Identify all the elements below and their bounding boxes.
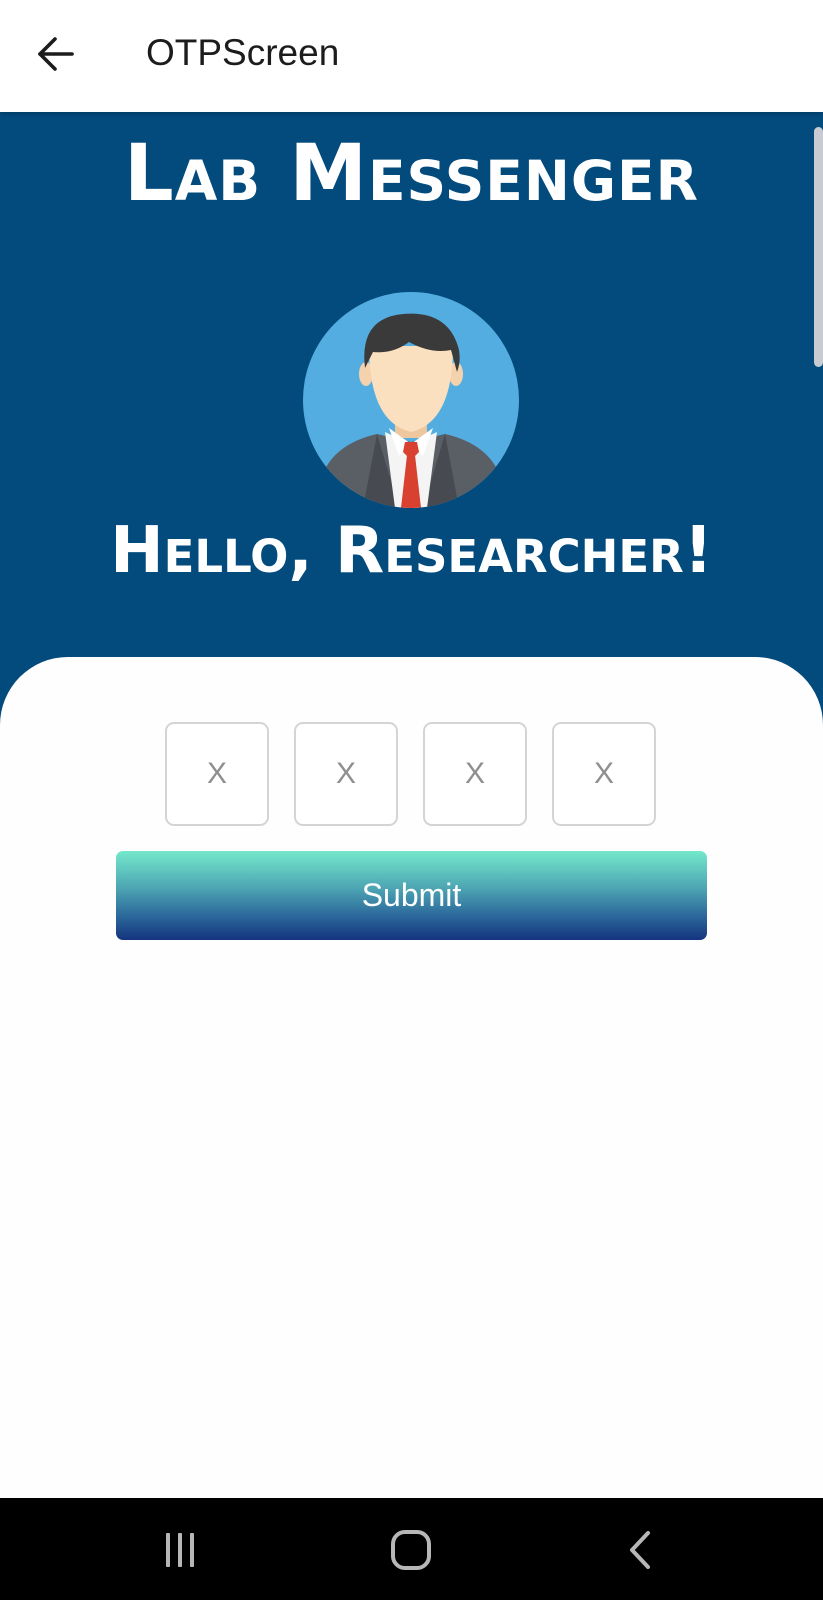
submit-button[interactable]: Submit: [116, 851, 707, 940]
otp-card: [0, 657, 823, 1500]
businessman-avatar-icon: [303, 292, 519, 508]
otp-digit-box-2[interactable]: [294, 722, 398, 826]
system-back-button[interactable]: [601, 1518, 681, 1582]
home-icon: [391, 1530, 431, 1570]
otp-digit-box-1[interactable]: [165, 722, 269, 826]
back-chevron-icon: [630, 1531, 650, 1569]
otp-digit-input-3[interactable]: [433, 756, 517, 792]
otp-digit-input-1[interactable]: [175, 756, 259, 792]
otp-digit-box-4[interactable]: [552, 722, 656, 826]
recent-apps-button[interactable]: [140, 1518, 220, 1582]
greeting-text: Hello, Researcher!: [110, 514, 713, 588]
screen-title: OTPScreen: [146, 32, 340, 73]
back-button[interactable]: [24, 22, 88, 86]
home-button[interactable]: [371, 1518, 451, 1582]
submit-button-label: Submit: [361, 877, 462, 913]
otp-digit-input-4[interactable]: [562, 756, 646, 792]
otp-digit-box-3[interactable]: [423, 722, 527, 826]
otp-digit-input-2[interactable]: [304, 756, 388, 792]
arrow-left-icon: [38, 37, 74, 71]
app-bar: OTPScreen: [0, 0, 823, 112]
system-nav-bar: [0, 1498, 823, 1600]
app-brand-title: Lab Messenger: [124, 129, 699, 219]
scrollbar-thumb[interactable]: [814, 127, 823, 367]
recent-apps-icon: [166, 1533, 194, 1567]
